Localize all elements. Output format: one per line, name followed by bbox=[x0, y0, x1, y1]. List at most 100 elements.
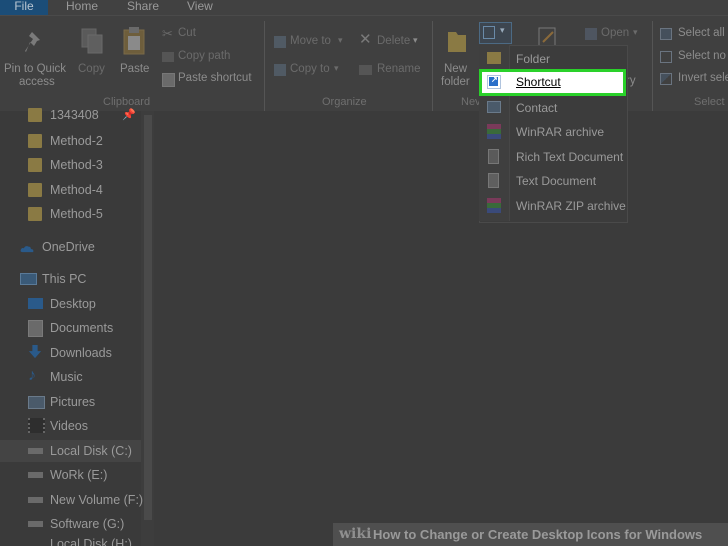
nav-item-label: Videos bbox=[50, 419, 88, 433]
folder-icon bbox=[28, 183, 42, 197]
delete-button[interactable]: ✕ Delete ▾ bbox=[357, 32, 427, 53]
rename-label: Rename bbox=[377, 63, 421, 75]
nav-item-method-3[interactable]: Method-3 bbox=[28, 154, 140, 176]
open-button[interactable]: Open ▾ bbox=[583, 25, 643, 45]
chevron-down-icon: ▾ bbox=[338, 35, 343, 45]
new-group-label: Nev bbox=[461, 96, 481, 108]
pin-icon: 📌 bbox=[122, 109, 136, 121]
paste-shortcut-label: Paste shortcut bbox=[178, 72, 252, 84]
folder-icon bbox=[28, 134, 42, 148]
rename-icon bbox=[359, 65, 372, 75]
film-icon bbox=[28, 418, 45, 433]
menu-item-contact[interactable]: Contact bbox=[480, 99, 625, 117]
new-folder-button[interactable]: New folder bbox=[438, 16, 478, 94]
move-to-button[interactable]: Move to ▾ bbox=[272, 33, 352, 53]
nav-item-this-pc[interactable]: This PC bbox=[20, 268, 140, 290]
new-item-dropdown-button[interactable]: ▾ bbox=[479, 22, 512, 44]
nav-item-1343408[interactable]: 1343408 📌 bbox=[28, 104, 140, 126]
nav-item-label: 1343408 bbox=[50, 108, 99, 122]
paste-icon bbox=[123, 27, 145, 55]
copy-to-icon bbox=[274, 64, 286, 76]
music-note-icon: ♪ bbox=[28, 367, 36, 384]
select-none-button[interactable]: Select no bbox=[658, 49, 728, 67]
rename-button[interactable]: Rename bbox=[357, 61, 427, 81]
tab-share[interactable]: Share bbox=[127, 0, 159, 15]
organize-group-label: Organize bbox=[322, 96, 367, 108]
wikihow-caption: wiki How to Change or Create Desktop Ico… bbox=[333, 523, 728, 546]
nav-item-method-2[interactable]: Method-2 bbox=[28, 130, 140, 152]
pin-icon bbox=[25, 32, 40, 52]
select-all-label: Select all bbox=[678, 27, 725, 39]
nav-item-method-4[interactable]: Method-4 bbox=[28, 179, 140, 201]
nav-item-software-g[interactable]: Software (G:) bbox=[28, 513, 140, 535]
cut-button[interactable]: ✂ Cut bbox=[160, 26, 260, 44]
nav-item-label: OneDrive bbox=[42, 240, 95, 254]
shortcut-icon: ↗ bbox=[487, 75, 501, 89]
nav-item-work-e[interactable]: WoRk (E:) bbox=[28, 464, 140, 486]
paste-shortcut-button[interactable]: Paste shortcut bbox=[160, 71, 270, 89]
open-icon bbox=[585, 28, 597, 40]
file-list-area[interactable] bbox=[154, 111, 728, 546]
nav-item-videos[interactable]: Videos bbox=[28, 415, 140, 437]
drive-icon bbox=[28, 472, 43, 478]
nav-item-label: This PC bbox=[42, 272, 87, 286]
ribbon-separator bbox=[264, 21, 265, 111]
menu-item-rich-text-document[interactable]: Rich Text Document bbox=[480, 148, 625, 166]
caption-title: How to Change or Create Desktop Icons fo… bbox=[373, 527, 703, 542]
pin-to-quick-access-button[interactable]: Pin to Quick access bbox=[0, 16, 70, 94]
nav-scrollbar-thumb[interactable] bbox=[144, 115, 152, 520]
nav-item-onedrive[interactable]: OneDrive bbox=[20, 236, 140, 258]
menu-item-winrar-archive[interactable]: WinRAR archive bbox=[480, 123, 625, 141]
nav-item-music[interactable]: ♪ Music bbox=[28, 366, 140, 388]
nav-item-label: Local Disk (C:) bbox=[50, 444, 132, 458]
menu-item-label: WinRAR archive bbox=[516, 125, 605, 139]
scissors-icon: ✂ bbox=[162, 26, 173, 41]
select-all-button[interactable]: Select all bbox=[658, 26, 728, 44]
menu-item-winrar-zip-archive[interactable]: WinRAR ZIP archive bbox=[480, 197, 626, 215]
menu-item-label: Text Document bbox=[516, 174, 597, 188]
paste-button[interactable]: Paste bbox=[116, 16, 154, 94]
ribbon-separator bbox=[652, 21, 653, 111]
new-folder-line2: folder bbox=[441, 76, 470, 88]
documents-icon bbox=[28, 320, 43, 337]
drive-icon bbox=[28, 521, 43, 527]
nav-item-new-volume-f[interactable]: New Volume (F:) bbox=[28, 489, 144, 511]
nav-item-label: Method-3 bbox=[50, 158, 103, 172]
nav-item-method-5[interactable]: Method-5 bbox=[28, 203, 140, 225]
cut-label: Cut bbox=[178, 27, 196, 39]
copy-path-button[interactable]: Copy path bbox=[160, 49, 270, 67]
contact-card-icon bbox=[487, 101, 501, 113]
chevron-down-icon: ▾ bbox=[334, 63, 339, 73]
menu-item-folder[interactable]: Folder bbox=[480, 50, 625, 68]
menu-item-text-document[interactable]: Text Document bbox=[480, 172, 625, 190]
copy-path-icon bbox=[162, 52, 174, 62]
folder-icon bbox=[28, 158, 42, 172]
pin-label-line2: access bbox=[19, 76, 55, 88]
select-none-label: Select no bbox=[678, 50, 726, 62]
copy-path-label: Copy path bbox=[178, 50, 231, 62]
nav-item-local-disk-h[interactable]: Local Disk (H:) bbox=[28, 536, 140, 546]
chevron-down-icon: ▾ bbox=[413, 35, 418, 45]
copy-to-button[interactable]: Copy to ▾ bbox=[272, 61, 352, 81]
tab-file[interactable]: File bbox=[0, 0, 48, 15]
nav-item-desktop[interactable]: Desktop bbox=[28, 293, 140, 315]
menu-item-shortcut[interactable]: ↗ Shortcut bbox=[479, 69, 626, 96]
cloud-icon bbox=[20, 246, 34, 253]
copy-button[interactable]: Copy bbox=[74, 16, 110, 94]
nav-item-label: Music bbox=[50, 370, 83, 384]
menu-item-label: Shortcut bbox=[516, 75, 561, 89]
invert-selection-button[interactable]: Invert sele bbox=[658, 71, 728, 89]
nav-item-documents[interactable]: Documents bbox=[28, 317, 140, 339]
menu-item-label: Rich Text Document bbox=[516, 150, 624, 164]
tab-home[interactable]: Home bbox=[66, 0, 98, 15]
paste-label: Paste bbox=[120, 63, 150, 75]
pin-label-line1: Pin to Quick bbox=[4, 63, 66, 75]
nav-item-local-disk-c[interactable]: Local Disk (C:) bbox=[28, 440, 140, 462]
tab-view[interactable]: View bbox=[187, 0, 213, 15]
ribbon-separator bbox=[432, 21, 433, 111]
menu-item-label: Folder bbox=[516, 52, 551, 66]
nav-item-label: New Volume (F:) bbox=[50, 493, 144, 507]
new-item-icon bbox=[483, 26, 495, 39]
nav-item-downloads[interactable]: Downloads bbox=[28, 342, 140, 364]
nav-item-pictures[interactable]: Pictures bbox=[28, 391, 140, 413]
